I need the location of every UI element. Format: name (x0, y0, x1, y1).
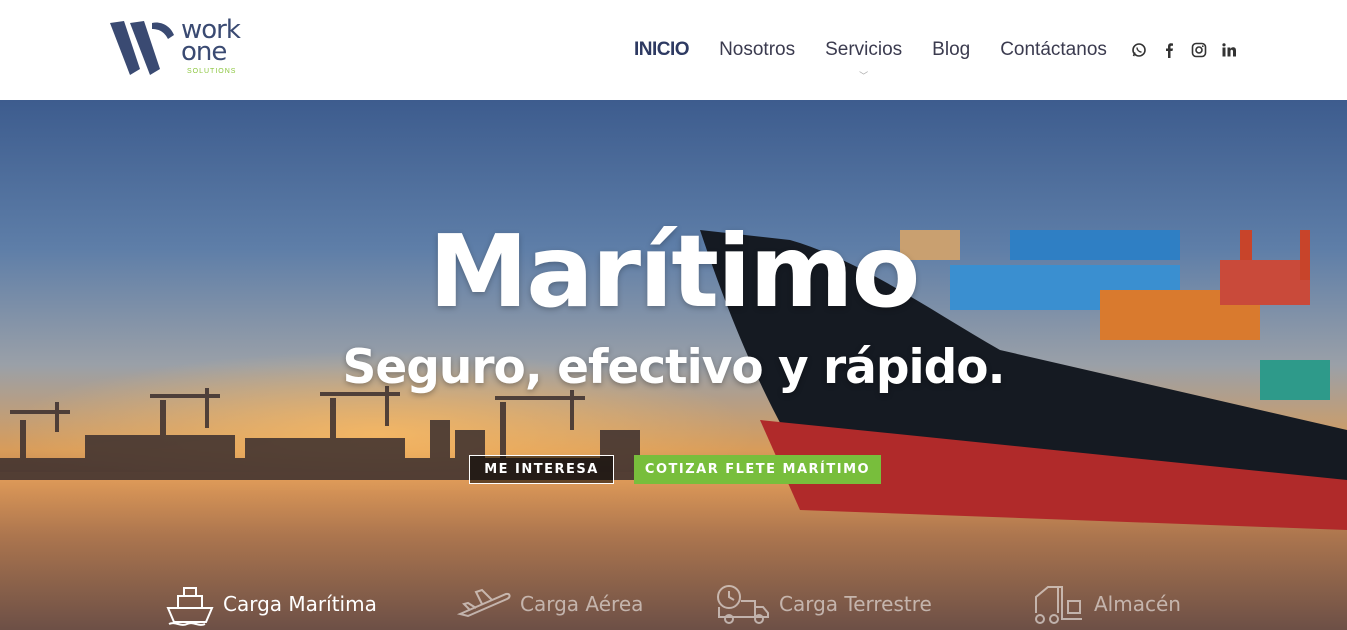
brand-logo[interactable]: work one SOLUTIONS (108, 17, 268, 79)
nav-item-nosotros[interactable]: Nosotros (719, 39, 795, 61)
truck-icon (717, 585, 769, 624)
tab-carga-terrestre[interactable]: Carga Terrestre (715, 578, 932, 630)
tab-carga-maritima[interactable]: Carga Marítima (165, 578, 377, 630)
tab-almacen[interactable]: Almacén (1030, 578, 1181, 630)
tab-label: Carga Terrestre (779, 592, 932, 616)
logo-tagline: SOLUTIONS (187, 68, 237, 75)
facebook-icon[interactable] (1161, 42, 1177, 58)
logo-mark-icon (110, 21, 174, 75)
forklift-icon (1035, 586, 1082, 624)
cotizar-flete-button[interactable]: COTIZAR FLETE MARÍTIMO (634, 455, 881, 484)
logo-text-one: one (181, 37, 227, 67)
tab-label: Carga Marítima (223, 592, 377, 616)
linkedin-icon[interactable] (1221, 42, 1237, 58)
hero-title: Marítimo (428, 213, 921, 330)
nav-item-servicios[interactable]: Servicios ﹀ (825, 39, 903, 81)
tab-label: Almacén (1094, 592, 1181, 616)
whatsapp-icon[interactable] (1131, 42, 1147, 58)
me-interesa-button[interactable]: ME INTERESA (469, 455, 614, 484)
nav-item-servicios-label: Servicios (825, 39, 903, 60)
main-nav: INICIO Nosotros Servicios ﹀ Blog Contáct… (634, 36, 1251, 81)
social-links (1131, 42, 1251, 58)
service-tabs: Carga Marítima Carga Aérea Carga Terrest… (0, 578, 1347, 630)
tab-label: Carga Aérea (520, 592, 644, 616)
nav-item-contactanos[interactable]: Contáctanos (1000, 39, 1107, 61)
hero-subtitle: Seguro, efectivo y rápido. (342, 340, 1006, 395)
tab-carga-aerea[interactable]: Carga Aérea (456, 578, 643, 630)
ship-icon (166, 587, 214, 626)
site-header: work one SOLUTIONS INICIO Nosotros Servi… (0, 0, 1347, 100)
hero-banner: Marítimo Seguro, efectivo y rápido. ME I… (0, 100, 1347, 630)
nav-item-inicio[interactable]: INICIO (634, 39, 690, 61)
nav-item-blog[interactable]: Blog (932, 39, 970, 61)
plane-icon (456, 588, 511, 618)
instagram-icon[interactable] (1191, 42, 1207, 58)
chevron-down-icon: ﹀ (859, 71, 869, 81)
